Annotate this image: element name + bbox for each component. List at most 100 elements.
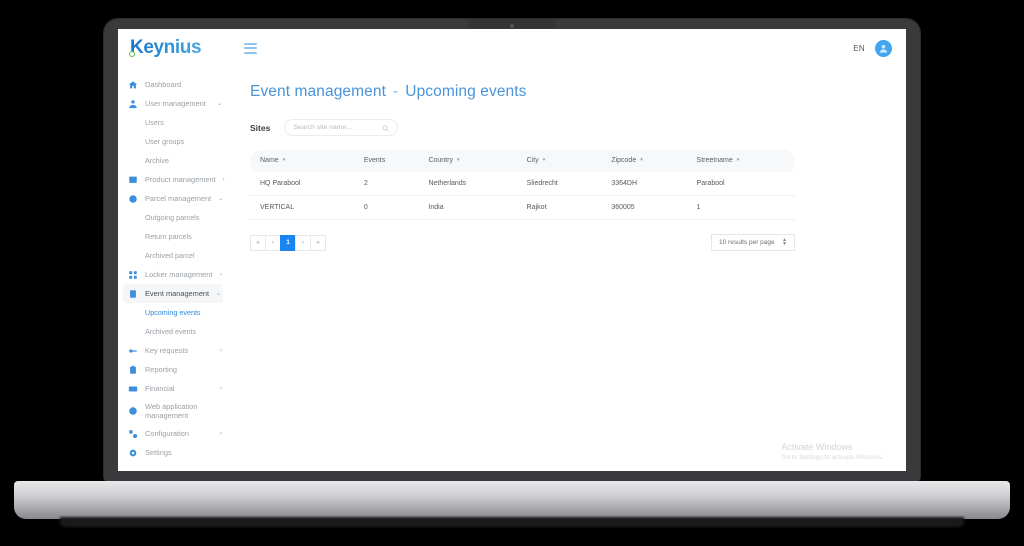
pagination-first-button[interactable]: « [250, 234, 266, 251]
sidebar-subitem-outgoing-parcels[interactable]: Outgoing parcels [118, 208, 228, 227]
table-header-label: City [526, 157, 539, 164]
sidebar-item-configuration[interactable]: Configuration › [118, 424, 228, 443]
person-glyph [879, 44, 888, 53]
cell-country: India [418, 195, 517, 220]
sidebar-item-web-application-management[interactable]: Web application management [118, 398, 228, 424]
pagination-last-button[interactable]: » [310, 234, 326, 251]
clipboard-icon [127, 364, 138, 375]
chevron-right-icon[interactable]: › [223, 177, 225, 183]
table-row[interactable]: HQ Parabool 2 Netherlands Sliedrecht 3364DH P… [250, 171, 795, 196]
sites-label: Sites [250, 122, 271, 133]
sidebar-item-parcel-management[interactable]: Parcel management ⌄ [118, 189, 228, 208]
table-head: Name ▾ Events Country ▾ City ▾ Zipcode ▾ Streetna… [250, 150, 795, 172]
pagination-page-1[interactable]: 1 [280, 234, 296, 251]
table-header-label: Events [363, 157, 386, 164]
site-search-box[interactable] [284, 119, 399, 137]
header-right-controls: EN [853, 39, 906, 57]
table-header-country[interactable]: Country ▾ [418, 150, 516, 172]
logo-green-dot-icon [129, 51, 135, 57]
cell-streetname: Parabool [686, 171, 795, 196]
chevron-right-icon[interactable]: › [220, 348, 222, 354]
main-content: Event management-Upcoming events Sites N… [228, 67, 906, 471]
screenshot-root: Keynius EN Dashboard User management ⌄ User… [0, 0, 1024, 546]
brand-logo[interactable]: Keynius [118, 37, 228, 59]
chevron-right-icon[interactable]: › [220, 431, 222, 437]
table-header-name[interactable]: Name ▾ [250, 150, 354, 172]
chevron-down-icon[interactable]: ⌄ [217, 101, 222, 107]
sidebar-subitem-user-groups[interactable]: User groups [118, 132, 228, 151]
chevron-right-icon[interactable]: › [220, 272, 222, 278]
user-avatar-icon[interactable] [875, 39, 892, 57]
web-icon [127, 406, 138, 417]
page-title-primary: Event management [250, 83, 387, 100]
language-selector[interactable]: EN [853, 44, 865, 53]
sidebar-subitem-users[interactable]: Users [118, 113, 228, 132]
sort-caret-icon[interactable]: ▾ [543, 157, 546, 163]
sidebar-subitem-label: Archive [145, 156, 169, 165]
sidebar-nav: Dashboard User management ⌄ Users User group… [118, 67, 228, 471]
sidebar-item-label: Financial [145, 383, 175, 393]
sidebar-subitem-return-parcels[interactable]: Return parcels [118, 227, 228, 246]
table-header-city[interactable]: City ▾ [517, 150, 602, 172]
cell-zipcode: 360005 [601, 195, 687, 220]
sidebar-item-event-management[interactable]: Event management ⌄ [123, 284, 223, 303]
sidebar-item-label: Product management [145, 174, 216, 184]
chevron-right-icon[interactable]: › [220, 386, 222, 392]
cell-events: 2 [353, 171, 419, 196]
sidebar-item-label: Configuration [145, 428, 189, 438]
pagination-prev-button[interactable]: ‹ [265, 234, 281, 251]
sidebar-item-financial[interactable]: Financial › [118, 379, 228, 398]
table-header-zipcode[interactable]: Zipcode ▾ [601, 150, 686, 172]
chevron-down-icon[interactable]: ⌄ [216, 291, 221, 297]
sites-table-wrapper: Name ▾ Events Country ▾ City ▾ Zipcode ▾ Streetna… [250, 150, 795, 220]
sidebar-subitem-label: Archived events [145, 327, 197, 336]
table-header-label: Name [260, 157, 279, 164]
cell-name: HQ Parabool [250, 171, 354, 196]
sites-filter-row: Sites [250, 119, 884, 136]
globe-icon [127, 193, 138, 204]
sidebar-item-label: Parcel management [145, 193, 212, 203]
search-icon[interactable] [382, 119, 389, 137]
results-per-page-select[interactable]: 10 results per page ▲ ▼ [711, 234, 795, 251]
windows-activation-watermark: Activate Windows Go to Settings to activ… [781, 442, 884, 461]
sidebar-item-product-management[interactable]: Product management › [118, 170, 228, 189]
stepper-icon: ▲ ▼ [782, 237, 787, 247]
sidebar-item-label: Event management [145, 288, 210, 298]
sidebar-subitem-label: Outgoing parcels [145, 213, 200, 222]
sidebar-item-reporting[interactable]: Reporting [118, 360, 228, 379]
cell-events: 0 [353, 195, 419, 220]
sidebar-item-settings[interactable]: Settings [118, 443, 228, 462]
user-icon [127, 98, 138, 109]
sidebar-item-locker-management[interactable]: Locker management › [118, 265, 228, 284]
table-header-events[interactable]: Events [354, 150, 419, 172]
hamburger-icon[interactable] [244, 42, 257, 54]
sidebar-subitem-archived-parcel[interactable]: Archived parcel [118, 246, 228, 265]
pagination-next-button[interactable]: › [295, 234, 311, 251]
sidebar-item-user-management[interactable]: User management ⌄ [118, 94, 228, 113]
sidebar-subitem-upcoming-events[interactable]: Upcoming events [118, 303, 228, 322]
box-icon [127, 174, 138, 185]
sidebar-subitem-archived-events[interactable]: Archived events [118, 322, 228, 341]
laptop-base [14, 481, 1010, 519]
table-body: HQ Parabool 2 Netherlands Sliedrecht 3364DH P… [250, 171, 795, 220]
sort-caret-icon[interactable]: ▾ [457, 157, 460, 163]
pagination-row: « ‹ 1 › » 10 results per page ▲ ▼ [250, 234, 795, 251]
gear-icon [127, 447, 138, 458]
table-row[interactable]: VERTICAL 0 India Rajkot 360005 1 [250, 195, 795, 220]
sidebar-item-label: Reporting [145, 364, 178, 374]
calendar-icon [127, 288, 138, 299]
search-input[interactable] [293, 124, 383, 131]
sidebar-item-key-requests[interactable]: Key requests › [118, 341, 228, 360]
key-icon [127, 345, 138, 356]
sidebar-subitem-archive[interactable]: Archive [118, 151, 228, 170]
sidebar-subitem-label: User groups [145, 137, 185, 146]
sort-caret-icon[interactable]: ▾ [283, 157, 286, 163]
table-header-label: Zipcode [611, 157, 637, 164]
webcam-icon [510, 24, 514, 28]
table-header-streetname[interactable]: Streetname ▾ [687, 150, 795, 172]
sort-caret-icon[interactable]: ▾ [737, 157, 740, 163]
sidebar-item-label: User management [145, 98, 206, 108]
sidebar-item-dashboard[interactable]: Dashboard [118, 75, 228, 94]
chevron-down-icon[interactable]: ⌄ [218, 196, 223, 202]
sort-caret-icon[interactable]: ▾ [640, 157, 643, 163]
